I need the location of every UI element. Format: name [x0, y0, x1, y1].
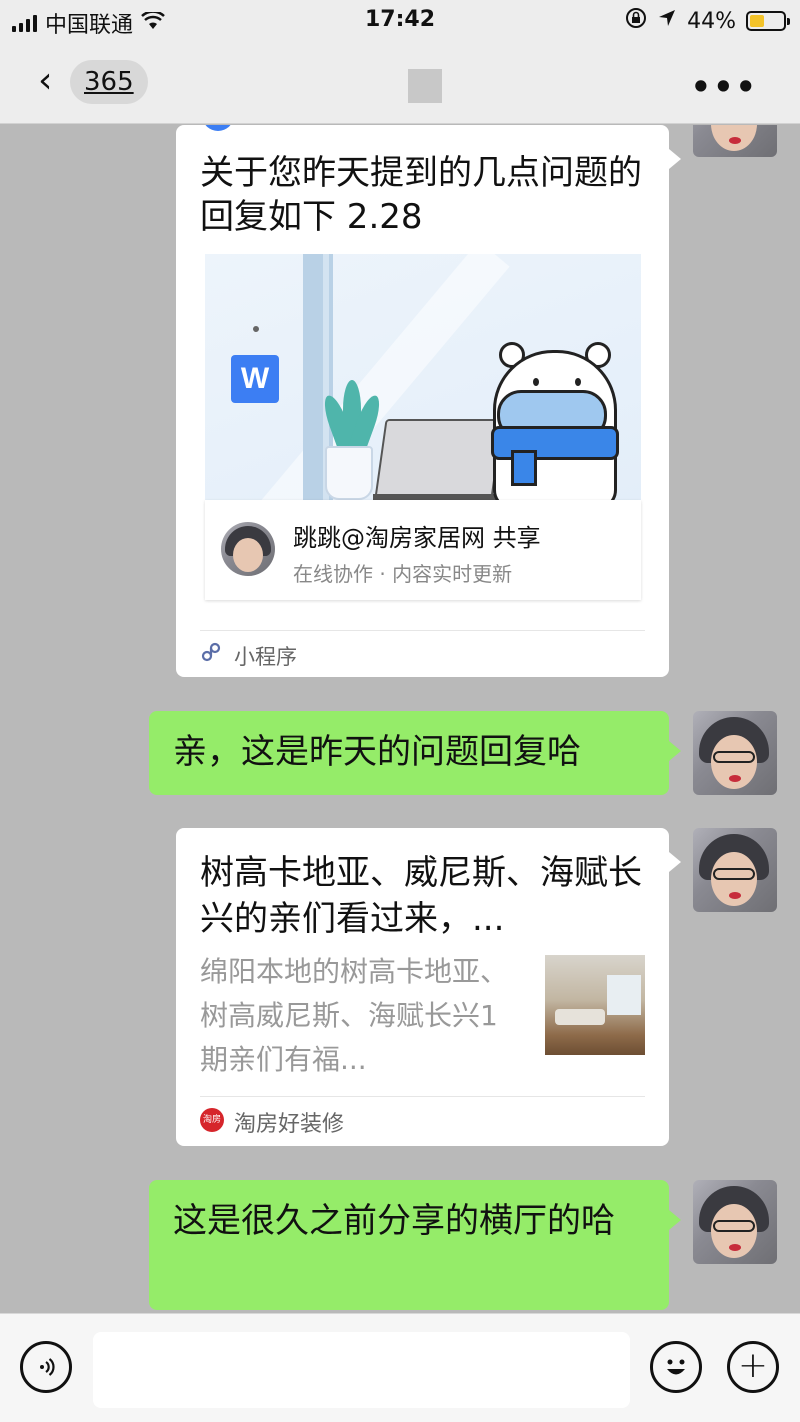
chat-message-list[interactable]: 关于您昨天提到的几点问题的回复如下 2.28 W 跳跳@淘房家居网 共享 在线协… — [0, 125, 800, 1313]
avatar[interactable] — [693, 1180, 777, 1264]
status-bar: 中国联通 17:42 44% — [0, 0, 800, 40]
sharer-avatar — [221, 522, 275, 576]
wps-app-icon — [202, 125, 234, 131]
message-text: 这是很久之前分享的横厅的哈 — [173, 1201, 615, 1241]
mini-program-icon — [200, 641, 222, 669]
battery-percent: 44% — [687, 8, 736, 34]
share-subtitle: 在线协作 · 内容实时更新 — [293, 562, 513, 586]
article-link-card[interactable]: 树高卡地亚、威尼斯、海赋长兴的亲们看过来，... 绵阳本地的树高卡地亚、树高威尼… — [176, 828, 681, 1146]
chat-input-bar: + — [0, 1313, 800, 1422]
plus-icon[interactable]: + — [727, 1341, 779, 1393]
source-logo-icon: 淘房 — [200, 1108, 224, 1132]
location-icon — [657, 8, 677, 34]
article-title: 树高卡地亚、威尼斯、海赋长兴的亲们看过来，... — [200, 853, 642, 939]
source-name: 淘房好装修 — [234, 1112, 345, 1137]
orientation-lock-icon — [625, 7, 647, 35]
more-dots-icon[interactable]: ••• — [691, 68, 758, 106]
sharer-name: 跳跳@淘房家居网 共享 — [293, 524, 541, 552]
message-input[interactable] — [93, 1332, 630, 1408]
chevron-left-icon[interactable]: ‹ — [38, 63, 52, 99]
mini-program-label: 小程序 — [234, 645, 297, 669]
card-title: 关于您昨天提到的几点问题的回复如下 2.28 — [200, 153, 642, 237]
article-thumbnail — [545, 955, 645, 1055]
wps-doc-card[interactable]: 关于您昨天提到的几点问题的回复如下 2.28 W 跳跳@淘房家居网 共享 在线协… — [176, 125, 681, 677]
voice-icon[interactable] — [20, 1341, 72, 1393]
avatar[interactable] — [693, 828, 777, 912]
unread-count-badge[interactable]: 365 — [70, 60, 148, 104]
share-info-panel: 跳跳@淘房家居网 共享 在线协作 · 内容实时更新 — [205, 500, 641, 600]
wps-logo-icon: W — [231, 355, 279, 403]
status-right-group: 44% — [625, 7, 790, 35]
battery-fill — [750, 15, 765, 27]
doc-preview-image: W — [205, 254, 641, 500]
chat-nav-bar: ‹ 365 ••• — [0, 40, 800, 124]
battery-charging-icon — [746, 11, 790, 31]
article-description: 绵阳本地的树高卡地亚、树高威尼斯、海赋长兴1期亲们有福... — [200, 955, 509, 1076]
emoji-icon[interactable] — [650, 1341, 702, 1393]
avatar[interactable] — [693, 711, 777, 795]
divider — [200, 630, 645, 631]
message-bubble[interactable]: 亲，这是昨天的问题回复哈 — [149, 711, 681, 795]
chat-title-placeholder — [408, 69, 442, 103]
message-text: 亲，这是昨天的问题回复哈 — [173, 732, 581, 772]
divider — [200, 1096, 645, 1097]
message-bubble[interactable]: 这是很久之前分享的横厅的哈 — [149, 1180, 681, 1310]
avatar[interactable] — [693, 125, 777, 157]
